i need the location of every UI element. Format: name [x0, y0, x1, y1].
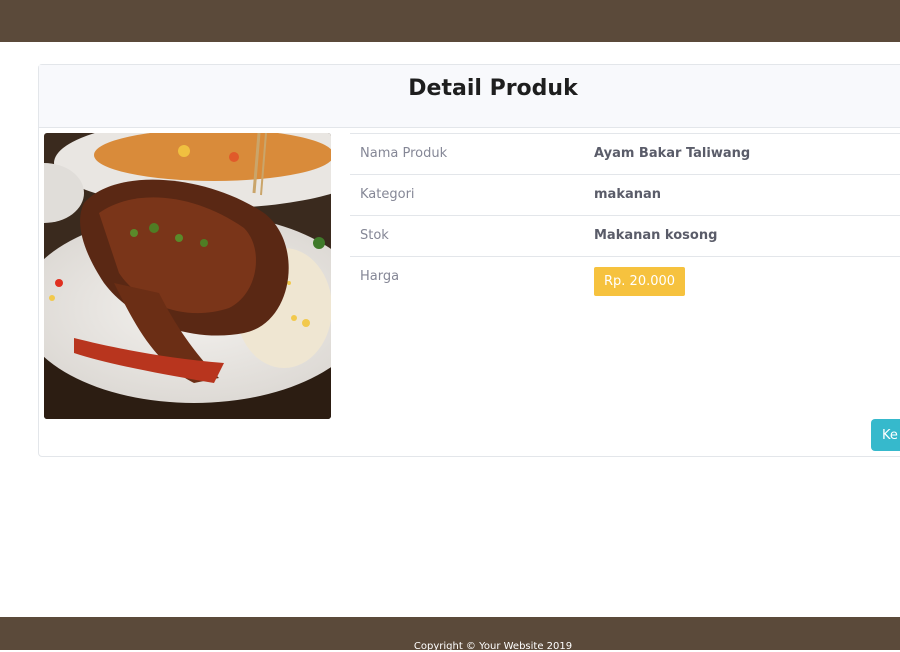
row-label-product-name: Nama Produk — [350, 133, 584, 175]
row-value-product-name: Ayam Bakar Taliwang — [584, 133, 900, 175]
table-row: Stok Makanan kosong — [350, 215, 900, 257]
footer-copyright: Copyright © Your Website 2019 — [413, 641, 573, 652]
row-label-price: Harga — [350, 256, 584, 298]
product-photo — [44, 133, 331, 419]
row-value-stock: Makanan kosong — [584, 215, 900, 257]
page-title: Detail Produk — [408, 76, 578, 101]
price-badge: Rp. 20.000 — [594, 267, 686, 296]
table-row: Kategori makanan — [350, 174, 900, 216]
card-header: Detail Produk — [39, 65, 900, 128]
row-label-category: Kategori — [350, 174, 584, 216]
row-label-stock: Stok — [350, 215, 584, 257]
row-value-category: makanan — [584, 174, 900, 216]
footer: Copyright © Your Website 2019 — [0, 617, 900, 652]
table-row: Nama Produk Ayam Bakar Taliwang — [350, 133, 900, 175]
product-detail-table: Nama Produk Ayam Bakar Taliwang Kategori… — [350, 133, 900, 298]
table-row: Harga Rp. 20.000 — [350, 256, 900, 298]
row-value-price: Rp. 20.000 — [584, 256, 900, 298]
back-button[interactable]: Ke — [871, 419, 900, 451]
top-navbar — [0, 0, 900, 42]
product-image — [44, 133, 331, 419]
